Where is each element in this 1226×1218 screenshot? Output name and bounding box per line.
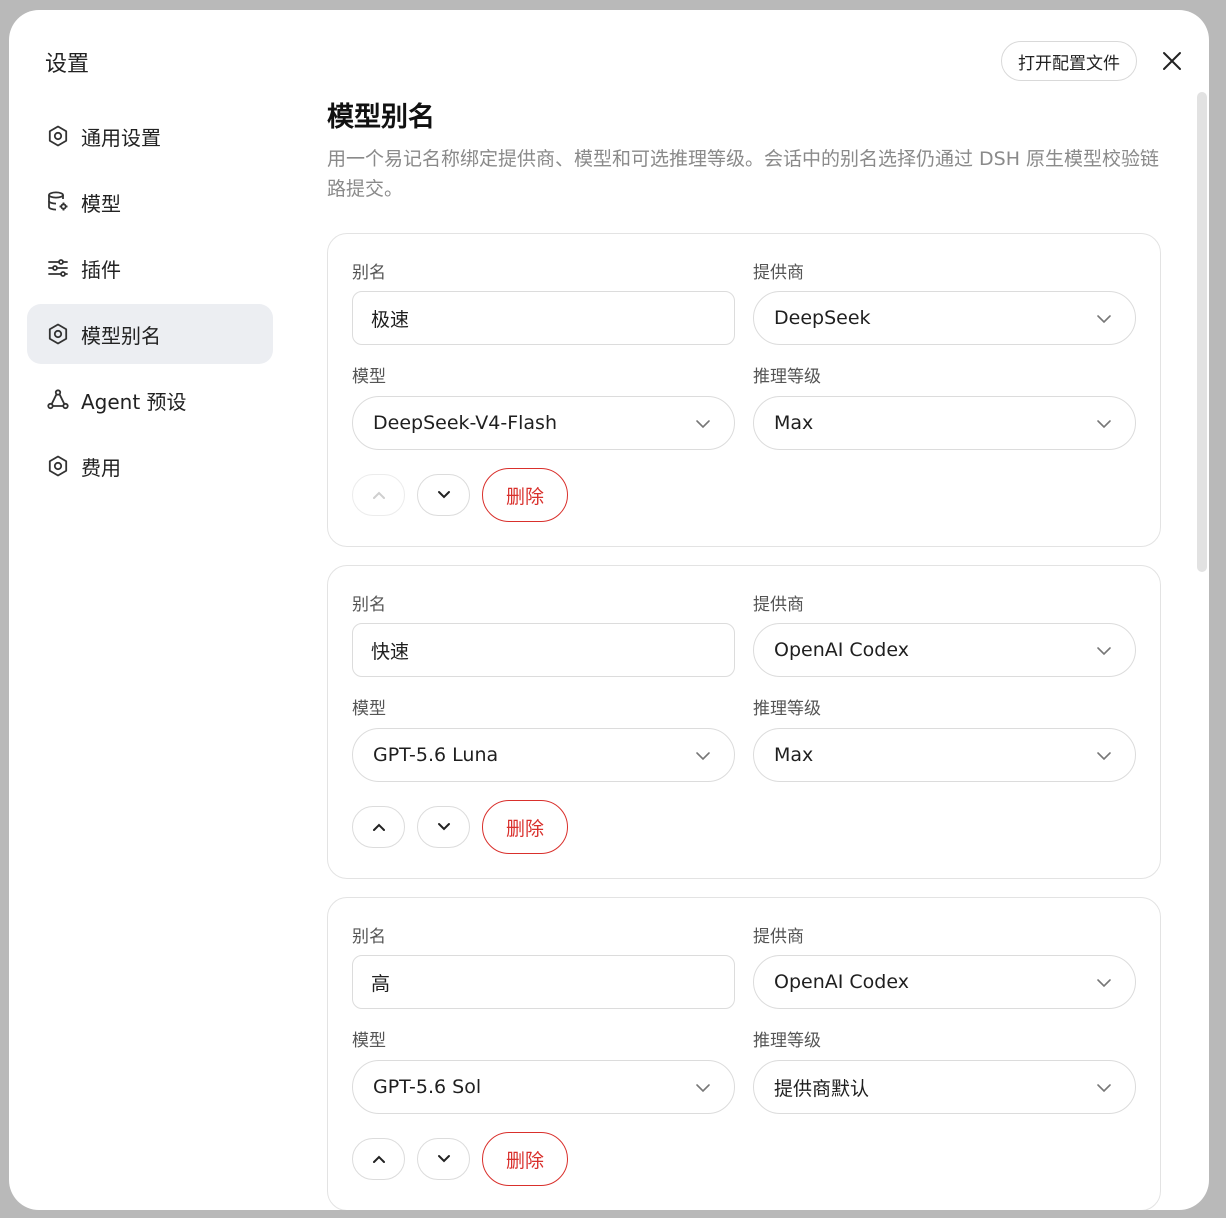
alias-input[interactable]: 快速: [352, 623, 735, 677]
model-label: 模型: [352, 699, 386, 719]
sidebar-item-general[interactable]: 通用设置: [27, 106, 273, 166]
provider-select[interactable]: OpenAI Codex: [753, 623, 1136, 677]
reasoning-select-value: Max: [774, 744, 814, 766]
chevron-down-icon: [1097, 420, 1111, 429]
chevron-down-icon: [1097, 979, 1111, 988]
provider-label: 提供商: [753, 595, 804, 615]
model-select-value: DeepSeek-V4-Flash: [373, 412, 557, 434]
sidebar-item-label: Agent 预设: [81, 389, 187, 414]
chevron-up-icon: [372, 1155, 385, 1163]
page-title: 模型别名: [327, 102, 435, 133]
page-description: 用一个易记名称绑定提供商、模型和可选推理等级。会话中的别名选择仍通过 DSH 原…: [327, 148, 1160, 200]
sidebar-item-label: 费用: [81, 455, 121, 480]
sidebar-item-agent-presets[interactable]: Agent 预设: [27, 370, 273, 430]
move-up-button[interactable]: [352, 474, 405, 516]
top-actions: 打开配置文件: [1001, 41, 1187, 81]
reasoning-select-value: 提供商默认: [774, 1077, 870, 1100]
sidebar-title: 设置: [45, 52, 90, 77]
scrollbar-thumb[interactable]: [1197, 92, 1207, 572]
provider-select-value: DeepSeek: [774, 307, 871, 329]
reasoning-select-value: Max: [774, 412, 814, 434]
chevron-down-icon: [437, 823, 450, 831]
gear-icon: [45, 123, 71, 149]
sidebar-item-label: 模型别名: [81, 323, 161, 348]
settings-dialog: 设置 通用设置 模型 插件 模型别名 Agent 预设 费用 打开配置文件 模型…: [9, 10, 1209, 1210]
sidebar-item-label: 通用设置: [81, 125, 161, 150]
gear-icon: [45, 321, 71, 347]
sidebar-nav: 通用设置 模型 插件 模型别名 Agent 预设 费用: [27, 106, 273, 502]
chevron-down-icon: [696, 752, 710, 761]
move-down-button[interactable]: [417, 474, 470, 516]
alias-card: 别名 提供商 快速 OpenAI Codex 模型 推理等级 GPT-5.6 L…: [327, 565, 1161, 879]
gear-icon: [45, 453, 71, 479]
chevron-up-icon: [372, 491, 385, 499]
move-up-button[interactable]: [352, 1138, 405, 1180]
chevron-down-icon: [1097, 752, 1111, 761]
provider-label: 提供商: [753, 263, 804, 283]
chevron-down-icon: [1097, 1084, 1111, 1093]
delete-button[interactable]: 删除: [482, 1132, 568, 1186]
sidebar-item-model-aliases[interactable]: 模型别名: [27, 304, 273, 364]
delete-button[interactable]: 删除: [482, 468, 568, 522]
model-select-value: GPT-5.6 Luna: [373, 744, 499, 766]
delete-button[interactable]: 删除: [482, 800, 568, 854]
main-content: 模型别名 用一个易记名称绑定提供商、模型和可选推理等级。会话中的别名选择仍通过 …: [327, 96, 1161, 1210]
chevron-down-icon: [696, 420, 710, 429]
chevron-down-icon: [437, 1155, 450, 1163]
sidebar-item-label: 插件: [81, 257, 121, 282]
reasoning-label: 推理等级: [753, 367, 821, 387]
reasoning-select[interactable]: Max: [753, 396, 1136, 450]
model-select-value: GPT-5.6 Sol: [373, 1076, 482, 1098]
provider-select-value: OpenAI Codex: [774, 639, 909, 661]
sidebar-item-plugins[interactable]: 插件: [27, 238, 273, 298]
provider-select[interactable]: DeepSeek: [753, 291, 1136, 345]
provider-label: 提供商: [753, 927, 804, 947]
sliders-icon: [45, 255, 71, 281]
provider-select[interactable]: OpenAI Codex: [753, 955, 1136, 1009]
reasoning-label: 推理等级: [753, 1031, 821, 1051]
sidebar-item-costs[interactable]: 费用: [27, 436, 273, 496]
alias-label: 别名: [352, 927, 386, 947]
model-select[interactable]: DeepSeek-V4-Flash: [352, 396, 735, 450]
model-label: 模型: [352, 367, 386, 387]
reasoning-select[interactable]: Max: [753, 728, 1136, 782]
database-gear-icon: [45, 189, 71, 215]
chevron-down-icon: [696, 1084, 710, 1093]
move-up-button[interactable]: [352, 806, 405, 848]
chevron-down-icon: [1097, 647, 1111, 656]
move-down-button[interactable]: [417, 1138, 470, 1180]
model-label: 模型: [352, 1031, 386, 1051]
open-config-file-button[interactable]: 打开配置文件: [1001, 41, 1137, 81]
provider-select-value: OpenAI Codex: [774, 971, 909, 993]
alias-label: 别名: [352, 263, 386, 283]
sidebar-item-models[interactable]: 模型: [27, 172, 273, 232]
reasoning-select[interactable]: 提供商默认: [753, 1060, 1136, 1114]
alias-card: 别名 提供商 极速 DeepSeek 模型 推理等级 DeepSeek-V4-F…: [327, 233, 1161, 547]
agent-nodes-icon: [45, 387, 71, 413]
alias-label: 别名: [352, 595, 386, 615]
sidebar-item-label: 模型: [81, 191, 121, 216]
alias-input[interactable]: 极速: [352, 291, 735, 345]
alias-input[interactable]: 高: [352, 955, 735, 1009]
chevron-up-icon: [372, 823, 385, 831]
chevron-down-icon: [1097, 315, 1111, 324]
alias-card: 别名 提供商 高 OpenAI Codex 模型 推理等级 GPT-5.6 So…: [327, 897, 1161, 1210]
reasoning-label: 推理等级: [753, 699, 821, 719]
chevron-down-icon: [437, 491, 450, 499]
close-icon[interactable]: [1157, 46, 1187, 76]
move-down-button[interactable]: [417, 806, 470, 848]
model-select[interactable]: GPT-5.6 Sol: [352, 1060, 735, 1114]
model-select[interactable]: GPT-5.6 Luna: [352, 728, 735, 782]
